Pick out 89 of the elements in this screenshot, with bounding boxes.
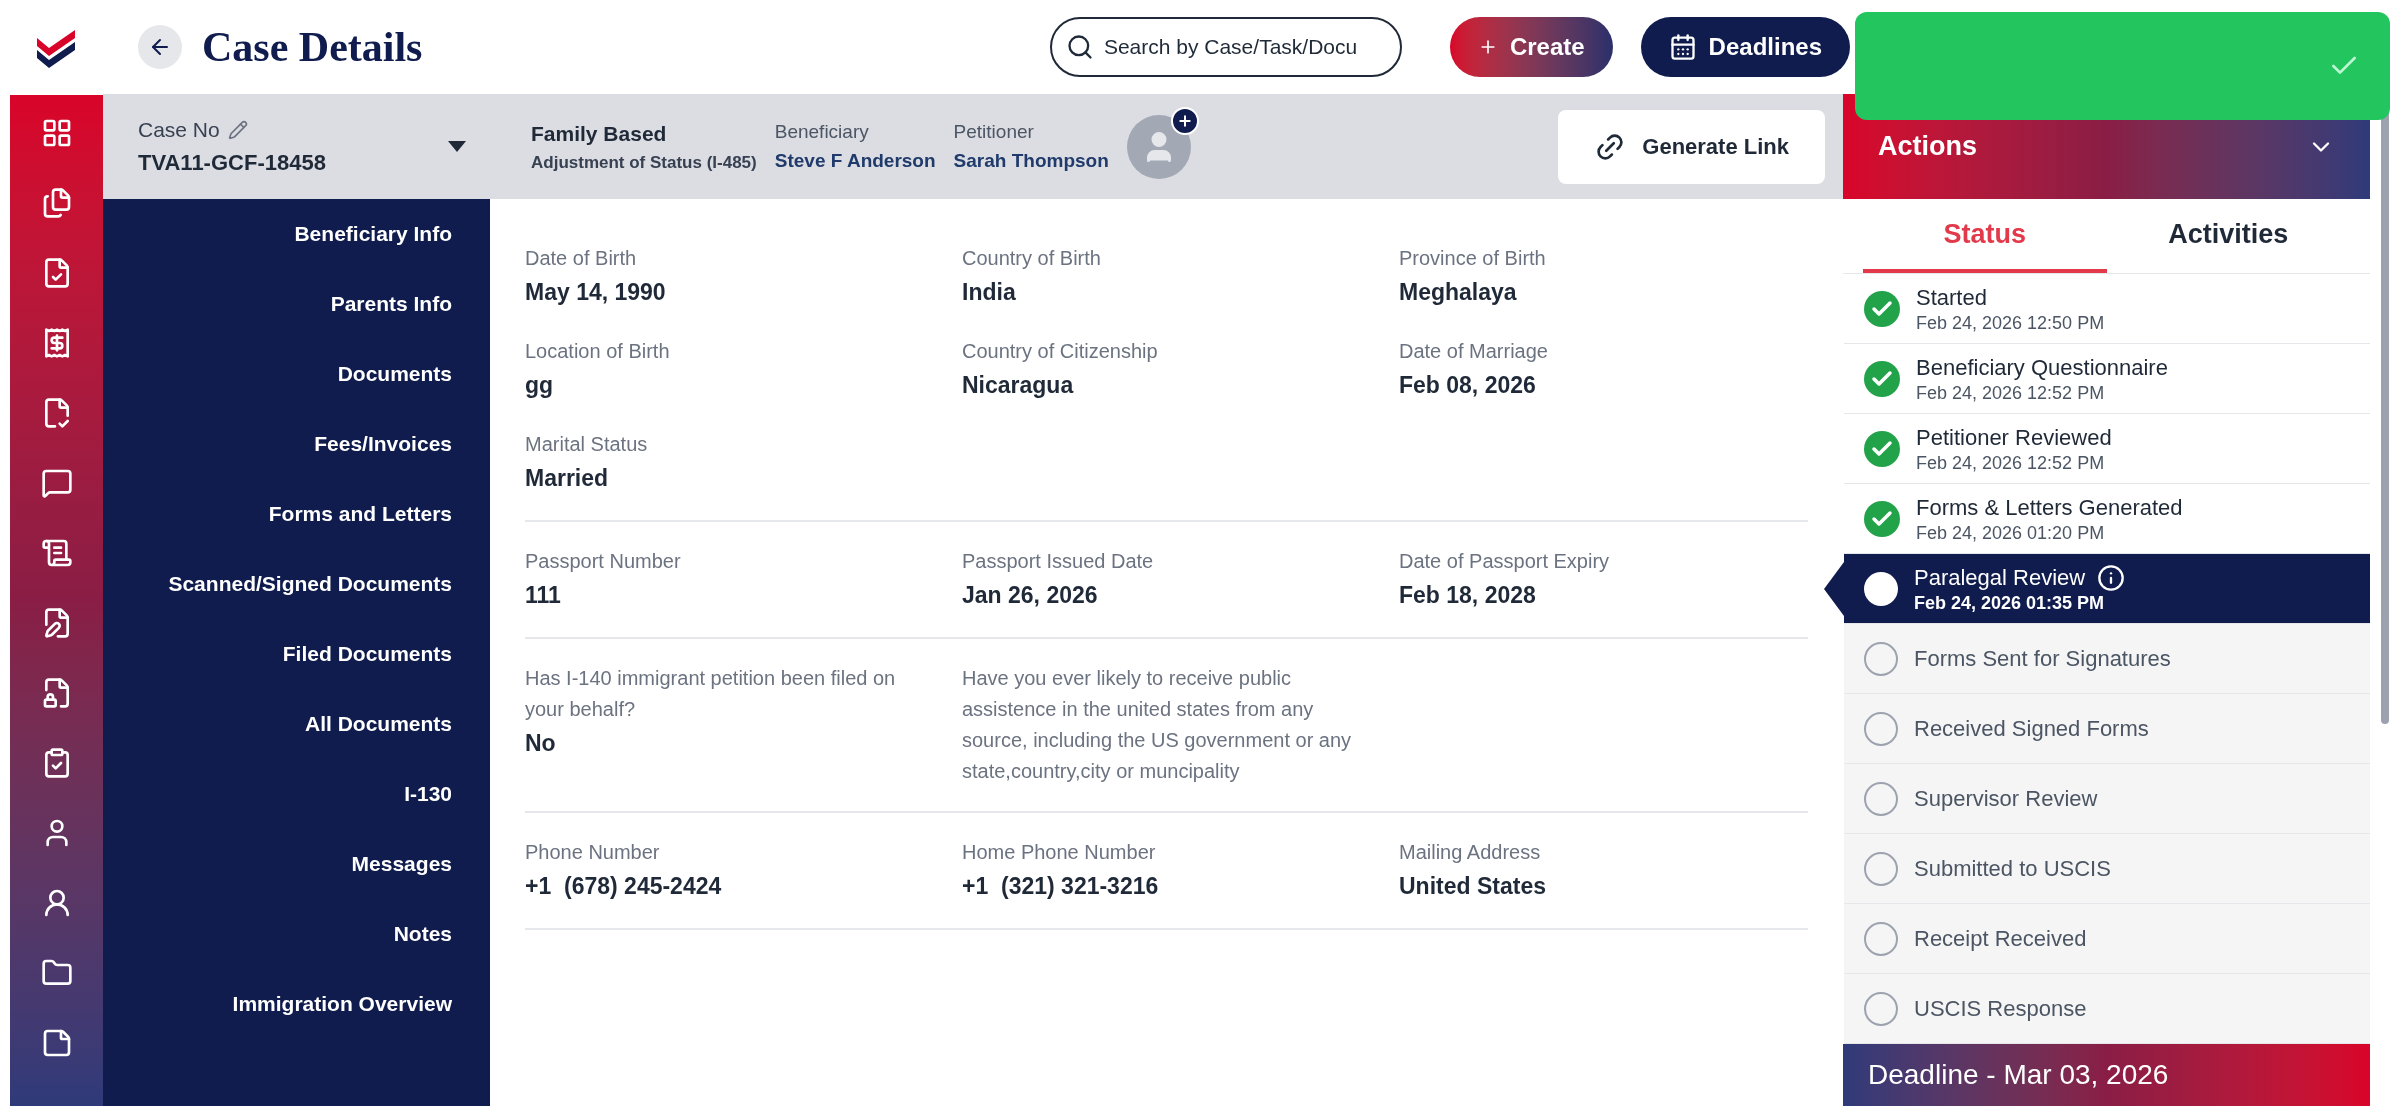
field-label: Province of Birth bbox=[1399, 246, 1547, 271]
status-item[interactable]: Forms Sent for Signatures bbox=[1844, 624, 2370, 694]
create-button[interactable]: Create bbox=[1449, 17, 1613, 77]
field-label: Date of Marriage bbox=[1399, 339, 1549, 364]
field-label: Date of Birth bbox=[525, 246, 638, 271]
nav-item[interactable]: Scanned/Signed Documents bbox=[168, 566, 452, 601]
field-value: +1 (321) 321-3216 bbox=[962, 872, 1160, 901]
chat-icon[interactable] bbox=[40, 467, 73, 499]
status-date: Feb 24, 2026 01:20 PM bbox=[1916, 521, 2106, 544]
field-label: Mailing Address bbox=[1399, 840, 1542, 865]
search-icon bbox=[1065, 33, 1094, 61]
field-label: Location of Birth bbox=[525, 339, 671, 364]
add-icon[interactable] bbox=[1170, 106, 1199, 135]
pencil-icon[interactable] bbox=[227, 120, 248, 140]
status-label: Receipt Received bbox=[1914, 924, 2087, 953]
info-icon[interactable] bbox=[2097, 563, 2126, 592]
nav-item[interactable]: Forms and Letters bbox=[268, 496, 452, 531]
status-item[interactable]: Receipt Received bbox=[1844, 904, 2370, 974]
deadlines-button[interactable]: Deadlines bbox=[1640, 17, 1850, 77]
nav-item[interactable]: Documents bbox=[337, 356, 452, 391]
field-value: May 14, 1990 bbox=[525, 278, 667, 307]
field-value: No bbox=[525, 729, 557, 758]
nav-item[interactable]: All Documents bbox=[304, 706, 452, 741]
case-no-value: TVA11-GCF-18458 bbox=[138, 148, 327, 177]
field-value: Feb 08, 2026 bbox=[1399, 371, 1537, 400]
scroll-icon[interactable] bbox=[40, 537, 73, 569]
field-value: Nicaragua bbox=[962, 371, 1075, 400]
nav-item[interactable]: Notes bbox=[393, 916, 452, 951]
person-label: Petitioner bbox=[953, 120, 1035, 144]
case-type: Family Based bbox=[531, 121, 668, 147]
back-button[interactable] bbox=[138, 25, 182, 69]
status-label: Submitted to USCIS bbox=[1914, 854, 2111, 883]
status-item[interactable]: Paralegal Review Feb 24, 2026 01:35 PM bbox=[1844, 554, 2370, 624]
search-field[interactable]: Search by Case/Task/Docu bbox=[1049, 17, 1402, 77]
status-item[interactable]: Supervisor Review bbox=[1844, 764, 2370, 834]
status-date: Feb 24, 2026 01:35 PM bbox=[1914, 591, 2106, 614]
field-label: Has I-140 immigrant petition been filed on your behalf? bbox=[525, 666, 897, 722]
field-value: +1 (678) 245-2424 bbox=[525, 872, 723, 901]
field-label: Date of Passport Expiry bbox=[1399, 549, 1611, 574]
status-item[interactable]: Submitted to USCIS bbox=[1844, 834, 2370, 904]
page-title: Case Details bbox=[202, 22, 423, 72]
generate-link-button[interactable]: Generate Link bbox=[1558, 109, 1825, 184]
nav-item[interactable]: Parents Info bbox=[330, 286, 452, 321]
deadline-text: Deadline - Mar 03, 2026 bbox=[1868, 1058, 2169, 1092]
status-label: Started bbox=[1916, 283, 1987, 312]
nav-item[interactable]: Immigration Overview bbox=[232, 986, 452, 1021]
nav-item[interactable]: Messages bbox=[351, 846, 452, 881]
field-label: Home Phone Number bbox=[962, 840, 1157, 865]
status-label: Forms Sent for Signatures bbox=[1914, 644, 2171, 673]
status-item[interactable]: Received Signed Forms bbox=[1844, 694, 2370, 764]
field-label: Marital Status bbox=[525, 432, 649, 457]
status-label: Beneficiary Questionnaire bbox=[1916, 353, 2168, 382]
field-label: Have you ever likely to receive public assistence in the united states from any source, including the US government or any state,country,city or muncipality bbox=[962, 666, 1353, 784]
status-label: Paralegal Review bbox=[1914, 563, 2086, 592]
field-value: 111 bbox=[525, 581, 562, 610]
field-value: India bbox=[962, 278, 1017, 307]
field-label: Passport Number bbox=[525, 549, 682, 574]
field-value: Jan 26, 2026 bbox=[962, 581, 1099, 610]
field-value: Married bbox=[525, 464, 610, 493]
field-value: gg bbox=[525, 371, 555, 400]
field-value: Meghalaya bbox=[1399, 278, 1518, 307]
status-label: Supervisor Review bbox=[1914, 784, 2098, 813]
person-label: Beneficiary bbox=[774, 120, 870, 144]
nav-item[interactable]: Fees/Invoices bbox=[314, 426, 452, 461]
caret-icon[interactable] bbox=[448, 141, 466, 152]
case-subtype: Adjustment of Status (I-485) bbox=[531, 151, 757, 174]
field-label: Passport Issued Date bbox=[962, 549, 1155, 574]
calendar-icon bbox=[1668, 33, 1697, 61]
actions-title: Actions bbox=[1878, 130, 1977, 164]
status-date: Feb 24, 2026 12:52 PM bbox=[1916, 381, 2106, 404]
nav-item[interactable]: Beneficiary Info bbox=[294, 216, 452, 251]
status-date: Feb 24, 2026 12:50 PM bbox=[1916, 311, 2105, 334]
status-label: USCIS Response bbox=[1914, 994, 2087, 1023]
status-item[interactable]: USCIS Response bbox=[1844, 974, 2370, 1044]
field-label: Country of Birth bbox=[962, 246, 1102, 271]
field-label: Phone Number bbox=[525, 840, 661, 865]
status-label: Received Signed Forms bbox=[1914, 714, 2149, 743]
field-label: Country of Citizenship bbox=[962, 339, 1159, 364]
nav-item[interactable]: I-130 bbox=[404, 776, 452, 811]
field-value: Feb 18, 2028 bbox=[1399, 581, 1537, 610]
status-date: Feb 24, 2026 12:52 PM bbox=[1916, 451, 2106, 474]
person-name: Sarah Thompson bbox=[953, 148, 1109, 173]
person-name: Steve F Anderson bbox=[774, 148, 936, 173]
panel-tab[interactable]: Activities bbox=[2106, 199, 2350, 273]
status-label: Forms & Letters Generated bbox=[1916, 493, 2183, 522]
nav-item[interactable]: Filed Documents bbox=[282, 636, 452, 671]
case-no-label: Case No bbox=[138, 117, 220, 144]
field-value: United States bbox=[1399, 872, 1547, 901]
status-label: Petitioner Reviewed bbox=[1916, 423, 2112, 452]
